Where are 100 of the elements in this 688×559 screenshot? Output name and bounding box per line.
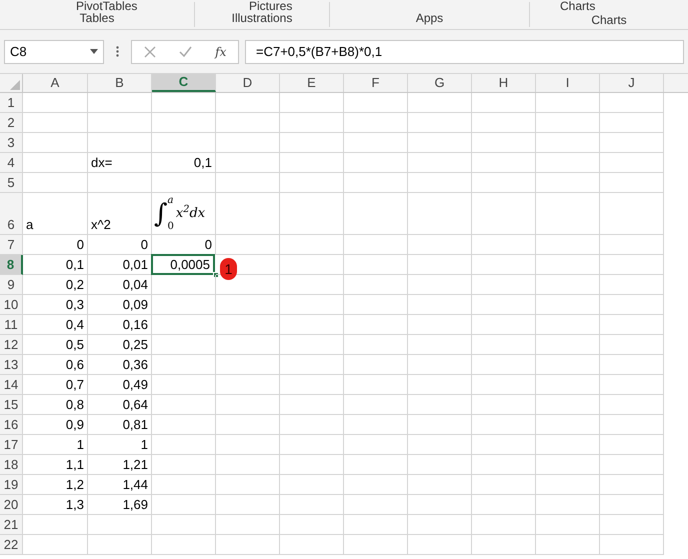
empty-cell[interactable]	[216, 153, 280, 173]
empty-cell[interactable]	[536, 113, 600, 133]
row-header[interactable]: 12	[0, 335, 23, 355]
empty-cell[interactable]	[216, 355, 280, 375]
empty-cell[interactable]	[472, 495, 536, 515]
empty-cell[interactable]	[344, 93, 408, 113]
empty-cell[interactable]	[216, 435, 280, 455]
empty-cell[interactable]	[536, 173, 600, 193]
empty-cell[interactable]	[600, 335, 664, 355]
empty-cell[interactable]	[600, 355, 664, 375]
row-header[interactable]: 14	[0, 375, 23, 395]
empty-cell[interactable]	[536, 295, 600, 315]
empty-cell[interactable]	[600, 455, 664, 475]
cell-value[interactable]: 0,09	[88, 295, 151, 314]
cell-value[interactable]: 1,44	[88, 475, 151, 494]
name-box[interactable]: C8	[4, 40, 104, 64]
column-header[interactable]: H	[472, 74, 536, 92]
empty-cell[interactable]	[280, 315, 344, 335]
column-header[interactable]: E	[280, 74, 344, 92]
empty-cell[interactable]	[536, 475, 600, 495]
cell-value[interactable]: 0,49	[88, 375, 151, 394]
empty-cell[interactable]	[344, 133, 408, 153]
empty-cell[interactable]	[408, 435, 472, 455]
empty-cell[interactable]	[216, 515, 280, 535]
empty-cell[interactable]	[472, 315, 536, 335]
select-all-icon[interactable]	[10, 80, 20, 90]
cell-value[interactable]: 1	[88, 435, 151, 454]
empty-cell[interactable]	[152, 395, 216, 415]
cell-value[interactable]: 0,5	[23, 335, 87, 354]
empty-cell[interactable]	[600, 153, 664, 173]
empty-cell[interactable]	[408, 113, 472, 133]
empty-cell[interactable]	[216, 315, 280, 335]
empty-cell[interactable]	[536, 435, 600, 455]
empty-cell[interactable]	[408, 255, 472, 275]
empty-cell[interactable]	[280, 173, 344, 193]
empty-cell[interactable]	[344, 235, 408, 255]
row-header[interactable]: 11	[0, 315, 23, 335]
empty-cell[interactable]	[408, 235, 472, 255]
cell-value[interactable]: 1,1	[23, 455, 87, 474]
column-header[interactable]: G	[408, 74, 472, 92]
cell-value[interactable]: 0	[23, 235, 87, 254]
empty-cell[interactable]	[600, 315, 664, 335]
cell-value[interactable]: 0	[152, 235, 215, 254]
empty-cell[interactable]	[280, 435, 344, 455]
empty-cell[interactable]	[600, 535, 664, 555]
cell-value[interactable]: 1,21	[88, 455, 151, 474]
empty-cell[interactable]	[600, 275, 664, 295]
empty-cell[interactable]	[600, 435, 664, 455]
row-header[interactable]: 19	[0, 475, 23, 495]
column-header[interactable]: F	[344, 74, 408, 92]
empty-cell[interactable]	[280, 255, 344, 275]
row-header[interactable]: 16	[0, 415, 23, 435]
empty-cell[interactable]	[472, 435, 536, 455]
empty-cell[interactable]	[408, 355, 472, 375]
empty-cell[interactable]	[472, 153, 536, 173]
empty-cell[interactable]	[472, 275, 536, 295]
empty-cell[interactable]	[280, 475, 344, 495]
empty-cell[interactable]	[600, 495, 664, 515]
empty-cell[interactable]	[216, 295, 280, 315]
cell-value[interactable]: 0,81	[88, 415, 151, 434]
empty-cell[interactable]	[152, 275, 216, 295]
empty-cell[interactable]	[472, 173, 536, 193]
insert-function-button[interactable]: fx	[215, 42, 226, 60]
row-header[interactable]: 4	[0, 153, 23, 173]
empty-cell[interactable]	[536, 395, 600, 415]
empty-cell[interactable]	[600, 295, 664, 315]
empty-cell[interactable]	[88, 133, 152, 153]
empty-cell[interactable]	[344, 515, 408, 535]
cell-value[interactable]: 0,25	[88, 335, 151, 354]
column-header[interactable]: D	[216, 74, 280, 92]
empty-cell[interactable]	[600, 395, 664, 415]
cell-value[interactable]: 1	[23, 435, 87, 454]
empty-cell[interactable]	[152, 335, 216, 355]
empty-cell[interactable]	[472, 415, 536, 435]
empty-cell[interactable]	[216, 133, 280, 153]
more-options-icon[interactable]	[116, 46, 119, 57]
row-header[interactable]: 8	[0, 255, 23, 275]
empty-cell[interactable]	[408, 495, 472, 515]
empty-cell[interactable]	[216, 415, 280, 435]
row-header[interactable]: 13	[0, 355, 23, 375]
empty-cell[interactable]	[408, 295, 472, 315]
empty-cell[interactable]	[344, 295, 408, 315]
cell-value[interactable]: 0,2	[23, 275, 87, 294]
empty-cell[interactable]	[536, 355, 600, 375]
column-header[interactable]: J	[600, 74, 664, 92]
empty-cell[interactable]	[152, 535, 216, 555]
empty-cell[interactable]	[472, 515, 536, 535]
empty-cell[interactable]	[152, 435, 216, 455]
empty-cell[interactable]	[152, 515, 216, 535]
empty-cell[interactable]	[472, 375, 536, 395]
empty-cell[interactable]	[472, 535, 536, 555]
cell-value[interactable]: 0,16	[88, 315, 151, 334]
ribbon-button[interactable]: PivotTables	[76, 0, 138, 13]
empty-cell[interactable]	[536, 193, 600, 235]
empty-cell[interactable]	[472, 455, 536, 475]
empty-cell[interactable]	[600, 193, 664, 235]
empty-cell[interactable]	[280, 113, 344, 133]
empty-cell[interactable]	[152, 315, 216, 335]
empty-cell[interactable]	[344, 355, 408, 375]
cell-value[interactable]: a	[23, 215, 87, 234]
